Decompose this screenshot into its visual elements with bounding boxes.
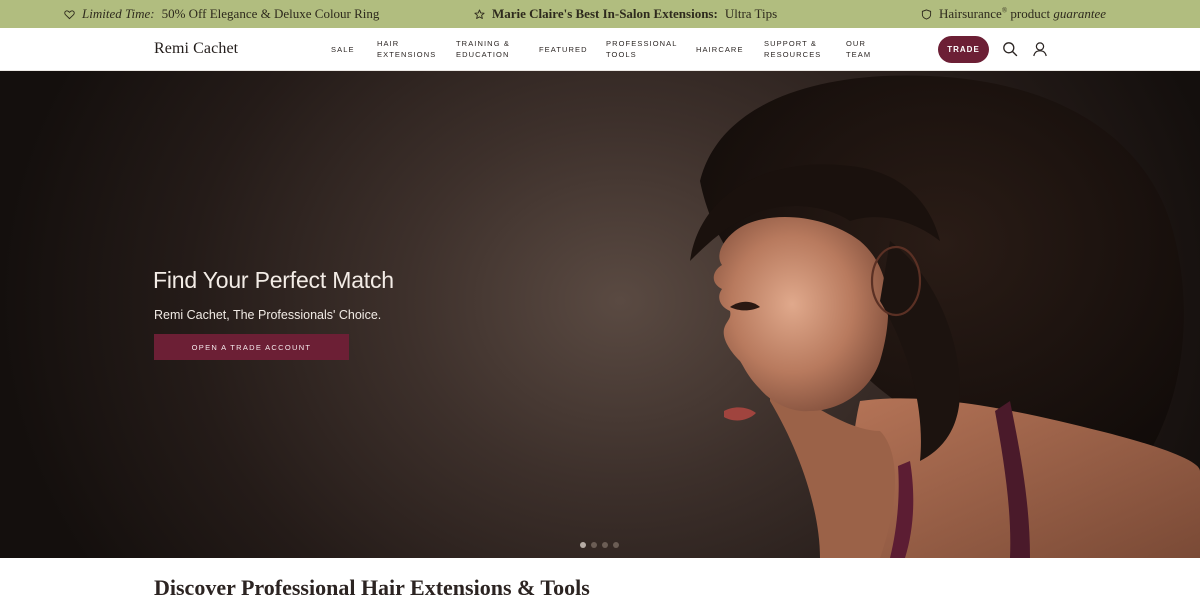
nav-haircare-line1: HAIRCARE — [696, 45, 744, 54]
nav-team-line2: TEAM — [846, 50, 872, 59]
star-icon — [474, 8, 485, 20]
announcement-offer[interactable]: Limited Time: 50% Off Elegance & Deluxe … — [64, 0, 379, 28]
nav-our-team[interactable]: OUR TEAM — [846, 38, 871, 60]
nav-sale-line1: SALE — [331, 45, 355, 54]
registered-mark: ® — [1001, 6, 1008, 15]
nav-hair-line1: HAIR — [377, 39, 400, 48]
carousel-dot[interactable] — [580, 542, 586, 548]
nav-featured-line1: FEATURED — [539, 45, 588, 54]
carousel-dot[interactable] — [613, 542, 619, 548]
announcement-bar: Limited Time: 50% Off Elegance & Deluxe … — [0, 0, 1200, 28]
announcement-award[interactable]: Marie Claire's Best In-Salon Extensions:… — [474, 0, 777, 28]
open-trade-account-button[interactable]: OPEN A TRADE ACCOUNT — [154, 334, 349, 360]
hero-banner: Find Your Perfect Match Remi Cachet, The… — [0, 71, 1200, 558]
nav-team-line1: OUR — [846, 39, 866, 48]
heart-icon — [64, 9, 75, 20]
guarantee-brand: Hairsurance — [939, 6, 1002, 21]
search-icon[interactable] — [1002, 41, 1018, 57]
guarantee-text: Hairsurance® product guarantee — [939, 6, 1106, 22]
nav-professional-tools[interactable]: PROFESSIONAL TOOLS — [606, 38, 678, 60]
nav-sale[interactable]: SALE — [331, 44, 355, 55]
nav-training-line1: TRAINING & — [456, 39, 510, 48]
guarantee-italic: guarantee — [1053, 6, 1107, 21]
nav-support-line2: RESOURCES — [764, 50, 822, 59]
site-header: Remi Cachet SALE HAIR EXTENSIONS TRAININ… — [0, 28, 1200, 71]
hero-subtitle: Remi Cachet, The Professionals' Choice. — [154, 308, 382, 322]
section-title: Discover Professional Hair Extensions & … — [154, 575, 590, 600]
announcement-guarantee[interactable]: Hairsurance® product guarantee — [921, 0, 1106, 28]
shield-icon — [921, 8, 932, 20]
nav-support-resources[interactable]: SUPPORT & RESOURCES — [764, 38, 821, 60]
nav-hair-extensions[interactable]: HAIR EXTENSIONS — [377, 38, 436, 60]
nav-support-line1: SUPPORT & — [764, 39, 817, 48]
award-text: Ultra Tips — [724, 6, 778, 21]
trade-button[interactable]: TRADE — [938, 36, 989, 63]
account-icon[interactable] — [1032, 41, 1048, 57]
site-logo[interactable]: Remi Cachet — [154, 40, 238, 58]
award-lead: Marie Claire's Best In-Salon Extensions: — [492, 6, 718, 21]
carousel-dot[interactable] — [591, 542, 597, 548]
nav-haircare[interactable]: HAIRCARE — [696, 44, 744, 55]
carousel-dot[interactable] — [602, 542, 608, 548]
offer-lead: Limited Time: — [82, 6, 155, 21]
nav-prof-line1: PROFESSIONAL — [606, 39, 678, 48]
offer-text: 50% Off Elegance & Deluxe Colour Ring — [161, 6, 380, 21]
nav-prof-line2: TOOLS — [606, 50, 637, 59]
guarantee-word: product — [1010, 6, 1051, 21]
nav-training-education[interactable]: TRAINING & EDUCATION — [456, 38, 510, 60]
nav-hair-line2: EXTENSIONS — [377, 50, 437, 59]
nav-training-line2: EDUCATION — [456, 50, 510, 59]
hero-title: Find Your Perfect Match — [153, 267, 394, 293]
carousel-dots — [580, 542, 619, 548]
nav-featured[interactable]: FEATURED — [539, 44, 588, 55]
